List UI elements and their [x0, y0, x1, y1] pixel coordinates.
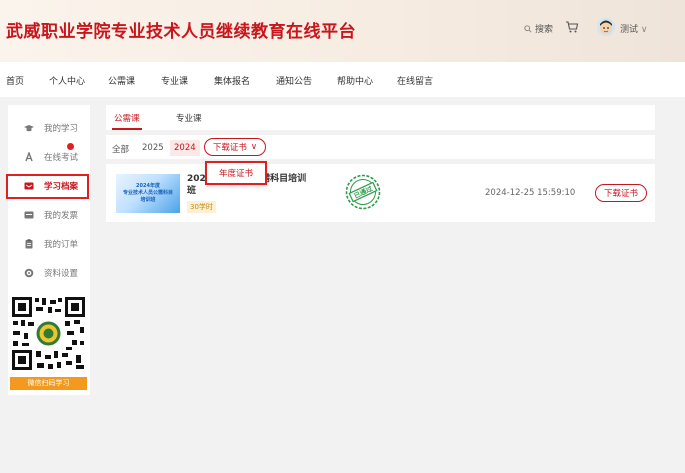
course-type-tabs: 公需课 专业课	[106, 105, 655, 130]
course-title-suffix: 班	[187, 186, 197, 196]
avatar-icon	[597, 18, 615, 36]
nav-item-online-message[interactable]: 在线留言	[397, 74, 433, 87]
sidebar-item-my-orders[interactable]: 我的订单	[8, 234, 90, 254]
thumb-line: 培训班	[140, 197, 156, 203]
header: 武威职业学院专业技术人员继续教育在线平台 搜索 测试 ∨	[0, 0, 685, 62]
nav-item-home[interactable]: 首页	[6, 74, 24, 87]
course-row: 2024年度 专业技术人员公需科目 培训班 2024 公需科目培训 班 30学时 …	[106, 164, 655, 222]
tab-public-courses[interactable]: 公需课	[114, 112, 140, 124]
order-icon	[24, 239, 34, 249]
sidebar-item-label: 我的学习	[44, 124, 79, 134]
download-certificate-select[interactable]: 下载证书 ∨	[204, 138, 266, 156]
avatar[interactable]	[597, 18, 615, 36]
user-name: 测试	[620, 25, 639, 35]
search-button[interactable]: 搜索	[524, 22, 553, 35]
nav-item-help-center[interactable]: 帮助中心	[337, 74, 373, 87]
nav-item-notices[interactable]: 通知公告	[276, 74, 312, 87]
notification-badge	[67, 143, 74, 150]
sidebar-item-label: 我的订单	[44, 240, 79, 250]
filter-2024[interactable]: 2024	[170, 140, 200, 156]
download-certificate-button[interactable]: 下载证书	[595, 184, 647, 202]
course-thumbnail[interactable]: 2024年度 专业技术人员公需科目 培训班	[116, 174, 180, 213]
graduation-cap-icon	[24, 123, 34, 133]
thumb-line: 专业技术人员公需科目	[122, 190, 173, 196]
download-select-label: 下载证书	[212, 143, 247, 153]
stamp-text: 已通过	[352, 184, 374, 201]
search-label: 搜索	[535, 25, 554, 35]
cart-icon[interactable]	[565, 20, 579, 34]
nav-item-public-courses[interactable]: 公需课	[108, 74, 135, 87]
hours-tag: 30学时	[187, 201, 216, 213]
gear-icon	[24, 268, 34, 278]
sidebar: 我的学习 在线考试 学习档案 我的发票 我的订单 资料设置 微信扫码学习	[8, 105, 90, 395]
sidebar-item-profile-settings[interactable]: 资料设置	[8, 263, 90, 283]
passed-stamp-icon: 已通过	[345, 174, 381, 210]
exam-icon	[24, 152, 34, 162]
sidebar-item-my-invoices[interactable]: 我的发票	[8, 205, 90, 225]
chevron-down-icon: ∨	[640, 25, 648, 35]
sidebar-item-online-exam[interactable]: 在线考试	[8, 143, 90, 167]
sidebar-item-my-learning[interactable]: 我的学习	[8, 118, 90, 138]
nav-item-group-signup[interactable]: 集体报名	[214, 74, 250, 87]
site-title[interactable]: 武威职业学院专业技术人员继续教育在线平台	[6, 17, 356, 42]
filter-2025[interactable]: 2025	[142, 143, 164, 153]
chevron-down-icon: ∨	[250, 142, 258, 152]
user-menu[interactable]: 测试 ∨	[620, 22, 647, 35]
qr-code-icon	[10, 295, 87, 372]
thumb-line: 2024年度	[136, 183, 160, 189]
wechat-qr-code	[10, 295, 87, 372]
sidebar-item-label: 我的发票	[44, 211, 79, 221]
main-nav: 首页 个人中心 公需课 专业课 集体报名 通知公告 帮助中心 在线留言	[0, 62, 685, 97]
dropdown-option-annual-certificate[interactable]: 年度证书	[205, 161, 267, 185]
sidebar-item-label: 在线考试	[44, 153, 79, 163]
qr-caption: 微信扫码学习	[10, 377, 87, 390]
search-icon	[524, 24, 532, 33]
filter-all[interactable]: 全部	[112, 143, 129, 155]
sidebar-item-label: 资料设置	[44, 269, 79, 279]
nav-item-professional-courses[interactable]: 专业课	[161, 74, 188, 87]
nav-item-personal-center[interactable]: 个人中心	[49, 74, 85, 87]
active-tab-indicator	[112, 128, 142, 130]
highlight-box-learning-archive	[6, 174, 89, 199]
invoice-icon	[24, 210, 34, 220]
tab-professional-courses[interactable]: 专业课	[176, 112, 202, 124]
year-filter-bar: 全部 2025 2024 下载证书 ∨	[106, 135, 655, 159]
completion-date: 2024-12-25 15:59:10	[485, 188, 576, 198]
